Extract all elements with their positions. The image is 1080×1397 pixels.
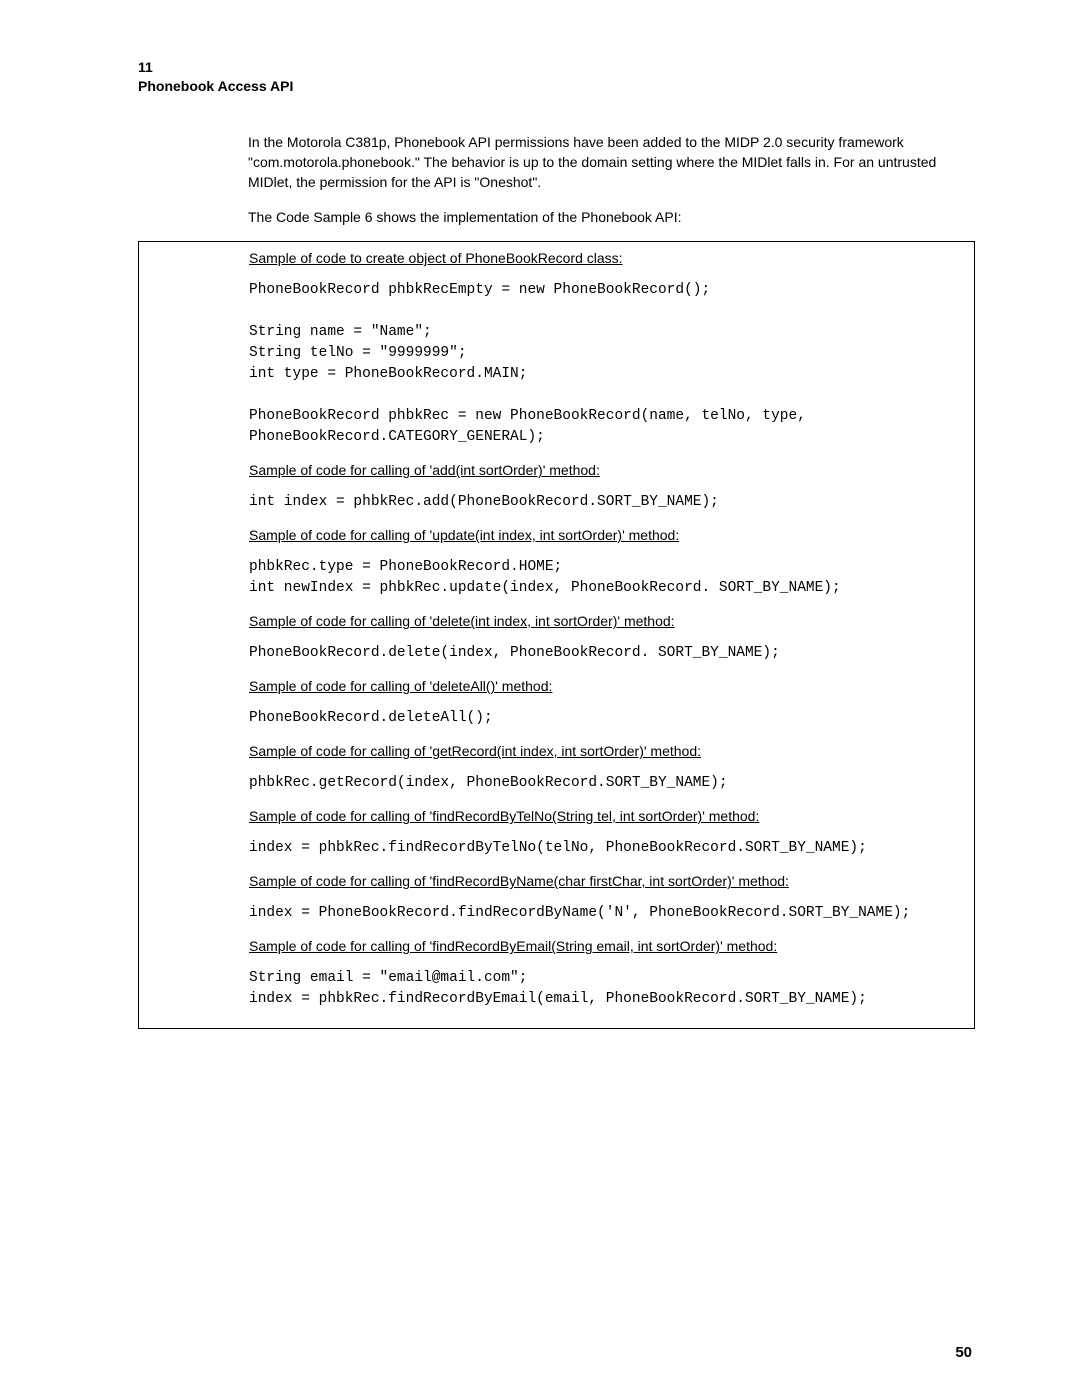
intro-paragraph-2: The Code Sample 6 shows the implementati… [248,207,975,227]
chapter-title: Phonebook Access API [138,77,975,96]
code-block: index = phbkRec.findRecordByTelNo(telNo,… [249,838,968,859]
section-label: Sample of code for calling of 'deleteAll… [249,678,968,694]
code-block: phbkRec.getRecord(index, PhoneBookRecord… [249,773,968,794]
code-block: int index = phbkRec.add(PhoneBookRecord.… [249,492,968,513]
code-sample-inner: Sample of code to create object of Phone… [249,250,968,1010]
intro-block: In the Motorola C381p, Phonebook API per… [248,132,975,227]
intro-paragraph-1: In the Motorola C381p, Phonebook API per… [248,132,975,193]
section-label: Sample of code for calling of 'getRecord… [249,743,968,759]
section-label: Sample of code for calling of 'delete(in… [249,613,968,629]
code-sample-box: Sample of code to create object of Phone… [138,241,975,1029]
code-block: phbkRec.type = PhoneBookRecord.HOME; int… [249,557,968,599]
code-block: PhoneBookRecord.deleteAll(); [249,708,968,729]
chapter-number: 11 [138,58,975,77]
section-label: Sample of code for calling of 'update(in… [249,527,968,543]
doc-header: 11 Phonebook Access API [138,58,975,96]
code-block: PhoneBookRecord phbkRecEmpty = new Phone… [249,280,968,448]
section-label: Sample of code for calling of 'findRecor… [249,938,968,954]
code-block: PhoneBookRecord.delete(index, PhoneBookR… [249,643,968,664]
code-block: index = PhoneBookRecord.findRecordByName… [249,903,968,924]
section-label: Sample of code for calling of 'findRecor… [249,873,968,889]
section-label: Sample of code for calling of 'add(int s… [249,462,968,478]
section-label: Sample of code to create object of Phone… [249,250,968,266]
page-number: 50 [955,1344,972,1361]
section-label: Sample of code for calling of 'findRecor… [249,808,968,824]
code-block: String email = "email@mail.com"; index =… [249,968,968,1010]
